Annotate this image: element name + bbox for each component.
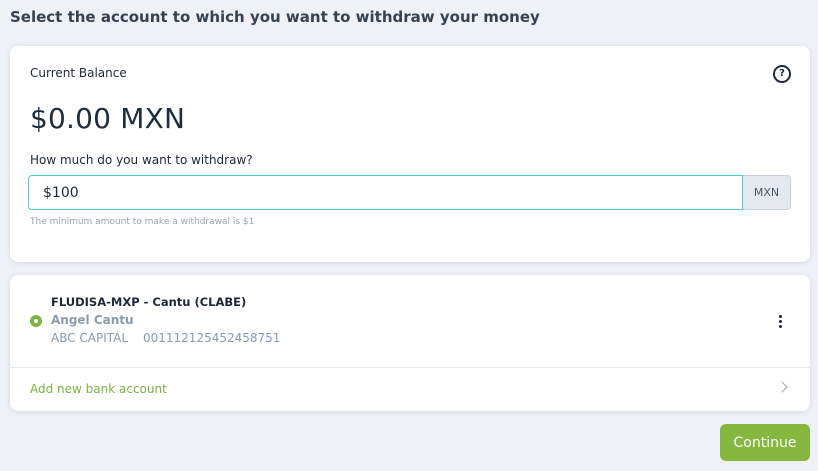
balance-amount: $0.00 MXN (30, 102, 186, 135)
currency-addon: MXN (743, 175, 791, 210)
balance-card: Current Balance ? $0.00 MXN How much do … (10, 46, 810, 262)
page-title: Select the account to which you want to … (10, 8, 540, 26)
account-number: 001112125452458751 (143, 331, 281, 345)
balance-label: Current Balance (30, 66, 127, 80)
question-circle-icon[interactable]: ? (773, 65, 791, 83)
divider (10, 367, 810, 368)
minimum-amount-hint: The minimum amount to make a withdrawal … (30, 217, 255, 227)
account-holder: Angel Cantu (51, 313, 134, 327)
add-bank-account-link[interactable]: Add new bank account (30, 382, 167, 396)
bank-account-card: FLUDISA-MXP - Cantu (CLABE) Angel Cantu … (10, 275, 810, 411)
more-options-icon[interactable] (778, 315, 782, 329)
withdraw-amount-input[interactable] (28, 175, 743, 210)
account-bank: ABC CAPITAL (51, 331, 129, 345)
continue-button[interactable]: Continue (720, 424, 810, 461)
selected-radio-icon[interactable] (30, 315, 42, 327)
chevron-right-icon (776, 381, 788, 393)
account-title: FLUDISA-MXP - Cantu (CLABE) (51, 295, 247, 309)
withdraw-amount-label: How much do you want to withdraw? (30, 153, 253, 167)
